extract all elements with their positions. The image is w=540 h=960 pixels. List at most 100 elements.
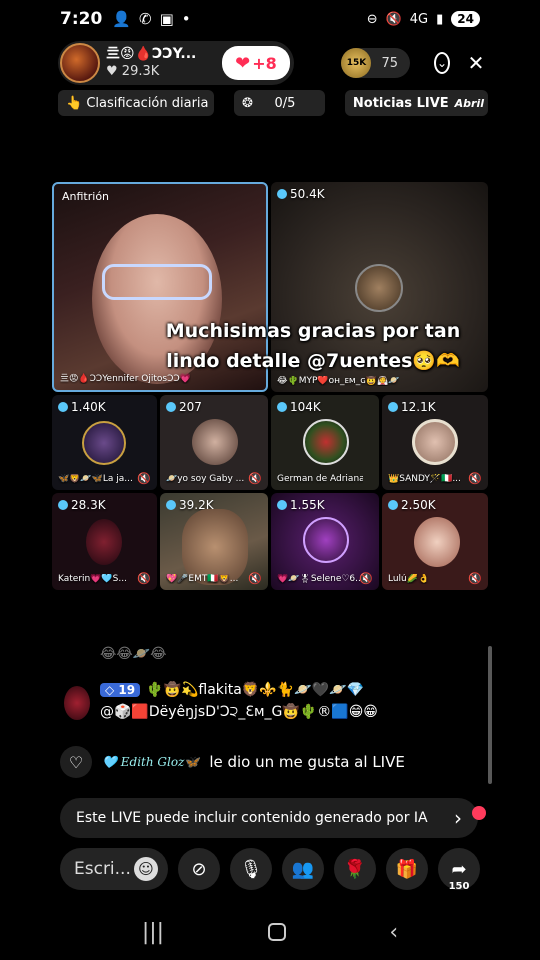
viewer-dot-icon xyxy=(58,500,68,510)
guest-tile[interactable]: 39.2K 💖🎤EMT🇮🇹🦁... 🔇 xyxy=(160,493,268,590)
info-row: 👆 Clasificación diaria ❂ 0/5 Noticias LI… xyxy=(58,90,488,116)
chevron-right-icon: › xyxy=(454,806,462,830)
guest-count: 50.4K xyxy=(290,187,325,201)
live-news-label: Noticias LIVE xyxy=(352,95,449,111)
dnd-icon: ⊖ xyxy=(366,11,378,27)
share-button[interactable]: ➦ 150 xyxy=(438,848,480,892)
clock: 7:20 xyxy=(60,9,103,29)
share-icon: ➦ xyxy=(451,858,467,880)
top-viewer-avatar[interactable]: 15K xyxy=(341,48,372,78)
system-nav-bar: ||| ‹ xyxy=(0,910,540,954)
viewer-count-pill[interactable]: 15K 75 xyxy=(341,48,410,78)
guest-count: 2.50K xyxy=(401,498,436,512)
thank-you-caption: Muchisimas gracias por tan lindo detalle… xyxy=(165,320,461,372)
muted-mic-icon: 🔇 xyxy=(248,472,262,485)
hand-icon: 👆 xyxy=(66,95,87,111)
guest-name: 💗🪐🎖Selene♡6... xyxy=(277,574,364,584)
chat-scrollbar[interactable] xyxy=(488,646,492,784)
follow-button[interactable]: ❤ +8 xyxy=(222,46,290,80)
ai-content-banner[interactable]: Este LIVE puede incluir contenido genera… xyxy=(60,798,478,838)
viewer-dot-icon xyxy=(166,500,176,510)
guest-count: 104K xyxy=(290,400,321,414)
host-avatar[interactable] xyxy=(60,43,100,83)
whatsapp-icon: ✆ xyxy=(138,10,152,28)
guest-name: Lulú🌽👌 xyxy=(388,574,430,584)
gift-button[interactable]: 🎁 xyxy=(386,848,428,890)
guest-tile[interactable]: 104K German de Adriana ... xyxy=(271,395,379,490)
like-notification: ♡ 🩵 Edith Gloz🦋 le dio un me gusta al LI… xyxy=(60,746,405,778)
guest-tile[interactable]: 1.40K 🦋🦁🪐🦋La ja... 🔇 xyxy=(52,395,157,490)
muted-mic-icon: 🔇 xyxy=(468,572,482,585)
rose-gift-button[interactable]: 🌹 xyxy=(334,848,376,890)
guest-count: 12.1K xyxy=(401,400,436,414)
mute-icon: 🔇 xyxy=(385,11,402,27)
rose-icon: 🌹 xyxy=(343,858,367,880)
guest-name: 🪐yo soy Gaby ... xyxy=(166,474,245,484)
guest-avatar xyxy=(303,419,349,465)
chevron-down-icon: ⌄ xyxy=(434,52,450,74)
guest-tile[interactable]: 28.3K Katerin💗🩵S... 🔇 xyxy=(52,493,157,590)
home-button[interactable] xyxy=(267,923,286,941)
recents-button[interactable]: ||| xyxy=(142,920,164,945)
host-profile-pill[interactable]: 亖😡🩸ƆƆY... ♥ 29.3K ❤ +8 xyxy=(58,41,294,85)
close-button[interactable]: ✕ xyxy=(462,49,490,77)
live-news-chip[interactable]: Noticias LIVE Abril xyxy=(344,90,488,116)
chat-avatar[interactable] xyxy=(64,686,90,720)
mic-off-icon: 🎙 xyxy=(239,858,263,880)
camera-off-button[interactable]: ⊘ xyxy=(178,848,220,890)
collapse-button[interactable]: ⌄ xyxy=(422,49,450,77)
comment-input[interactable]: Escri... ☺ xyxy=(60,848,168,890)
guest-name: 💖🎤EMT🇮🇹🦁... xyxy=(166,574,239,584)
viewer-dot-icon xyxy=(277,402,287,412)
guest-count: 28.3K xyxy=(71,498,106,512)
viewer-dot-icon xyxy=(388,500,398,510)
daily-ranking-label: Clasificación diaria xyxy=(86,95,209,111)
heart-outline-icon: ♡ xyxy=(68,752,84,772)
network-label: 4G xyxy=(409,11,429,27)
viewer-dot-icon xyxy=(166,402,176,412)
guest-name: 🦋🦁🪐🦋La ja... xyxy=(58,474,133,484)
muted-mic-icon: 🔇 xyxy=(137,572,151,585)
guest-avatar xyxy=(412,419,458,465)
viewer-dot-icon xyxy=(277,500,287,510)
user-level-badge: ◇ 19 xyxy=(100,683,141,697)
guest-avatar xyxy=(355,264,403,312)
status-bar: 7:20 👤 ✆ ▣ • ⊖ 🔇 4G ▮ 24 xyxy=(0,0,540,38)
chat-username: 🌵🤠💫flakita🦁⚜️🐈🪐🖤🪐💎 xyxy=(146,682,364,698)
emoji-icon[interactable]: ☺ xyxy=(134,857,158,881)
viewer-dot-icon xyxy=(58,402,68,412)
user-level: 19 xyxy=(118,683,136,697)
guest-tile[interactable]: 1.55K 💗🪐🎖Selene♡6... 🔇 xyxy=(271,493,379,590)
guests-button[interactable]: 👥 xyxy=(282,848,324,890)
guest-count: 207 xyxy=(179,400,202,414)
guest-name: German de Adriana ... xyxy=(277,474,364,484)
like-button[interactable]: ♡ xyxy=(60,746,92,778)
dot-icon: • xyxy=(181,10,191,28)
daily-ranking-chip[interactable]: 👆 Clasificación diaria xyxy=(58,90,214,116)
gift-icon: 🎁 xyxy=(395,858,419,880)
ai-banner-text: Este LIVE puede incluir contenido genera… xyxy=(76,810,428,826)
gem-icon: ❂ xyxy=(242,95,253,111)
viewer-count: 75 xyxy=(381,55,398,71)
back-button[interactable]: ‹ xyxy=(389,920,398,945)
chat-text: @🎲🟥DëyêŋjsD'Ɔ੨_Ɛᴍ_G🤠🌵®🟦😁😁 xyxy=(100,704,378,720)
mic-off-button[interactable]: 🎙 xyxy=(230,848,272,890)
guest-avatar xyxy=(414,517,460,567)
guest-tile[interactable]: 2.50K Lulú🌽👌 🔇 xyxy=(382,493,488,590)
guest-tile[interactable]: 207 🪐yo soy Gaby ... 🔇 xyxy=(160,395,268,490)
guest-avatar xyxy=(192,419,238,465)
like-text: le dio un me gusta al LIVE xyxy=(209,753,405,771)
guest-tile[interactable]: 12.1K 👑SANDY🪄🇮🇹... 🔇 xyxy=(382,395,488,490)
live-top-bar: 亖😡🩸ƆƆY... ♥ 29.3K ❤ +8 15K 75 ⌄ ✕ xyxy=(58,40,490,86)
glasses-shape xyxy=(102,264,212,300)
guest-avatar xyxy=(82,421,126,465)
goal-progress-chip[interactable]: ❂ 0/5 xyxy=(234,90,325,116)
close-icon: ✕ xyxy=(467,51,485,75)
signal-icon: ▮ xyxy=(436,11,444,27)
guest-grid: Anfitrión 亖😡🩸ƆƆYennifer OjitosƆƆ💗 50.4K … xyxy=(52,182,488,590)
guest-count: 1.40K xyxy=(71,400,106,414)
muted-mic-icon: 🔇 xyxy=(137,472,151,485)
follow-count: +8 xyxy=(252,53,277,73)
muted-mic-icon: 🔇 xyxy=(359,572,373,585)
heart-icon: ♥ xyxy=(106,64,122,79)
